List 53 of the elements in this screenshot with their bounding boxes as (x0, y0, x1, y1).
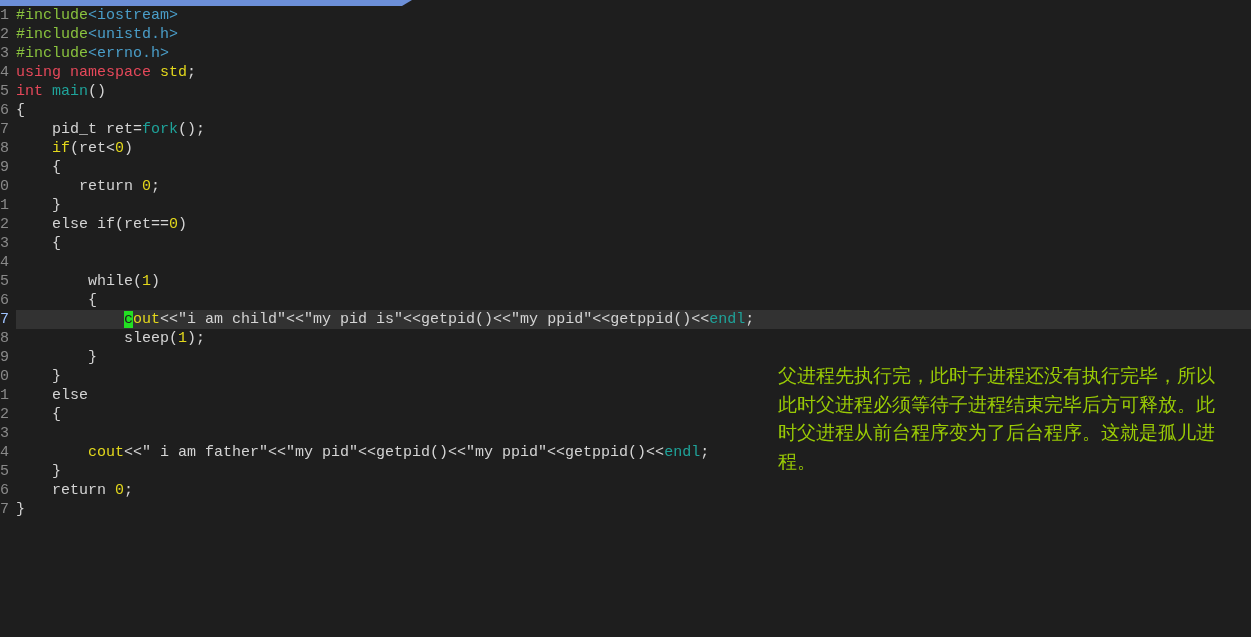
code-line: if(ret<0) (51, 139, 134, 158)
code-line: #include<errno.h> (16, 44, 170, 63)
line-number: 2 (0, 215, 10, 234)
line-number: 2 (0, 405, 10, 424)
code-line: else if(ret==0) (51, 215, 188, 234)
code-line: } (87, 348, 97, 367)
line-number: 8 (0, 139, 10, 158)
line-number: 6 (0, 481, 10, 500)
code-line: { (87, 291, 97, 310)
line-number: 9 (0, 348, 10, 367)
annotation-text: 父进程先执行完，此时子进程还没有执行完毕，所以此时父进程必须等待子进程结束完毕后方可释放。此时父进程从前台程序变为了后台程序。这就是孤儿进程。 (778, 363, 1216, 474)
line-number: 4 (0, 63, 10, 82)
line-number: 1 (0, 196, 10, 215)
line-number: 5 (0, 462, 10, 481)
code-line: } (51, 462, 61, 481)
line-number: 3 (0, 44, 10, 63)
line-number: 9 (0, 158, 10, 177)
code-line: cout<<" i am father"<<"my pid"<<getpid()<<"my ppid"<<getppid()<<endl; (87, 443, 710, 462)
code-line: } (51, 367, 61, 386)
code-line: cout<<"i am child"<<"my pid is"<<getpid()<<"my ppid"<<getppid()<<endl; (123, 310, 756, 329)
code-line: #include<unistd.h> (16, 25, 179, 44)
line-number: 0 (0, 177, 10, 196)
code-line: { (16, 101, 25, 120)
line-number: 3 (0, 234, 10, 253)
line-number: 3 (0, 424, 10, 443)
code-line: sleep(1); (123, 329, 206, 348)
code-line: #include<iostream> (16, 6, 179, 25)
line-number: 1 (0, 6, 10, 25)
line-number: 4 (0, 253, 10, 272)
line-number: 1 (0, 386, 10, 405)
line-number: 4 (0, 443, 10, 462)
code-line: pid_t ret=fork(); (51, 120, 206, 139)
code-line: return 0; (51, 481, 134, 500)
code-line: else (51, 386, 88, 405)
file-tab[interactable] (0, 0, 412, 6)
code-line: using namespace std; (16, 63, 197, 82)
code-line: } (51, 196, 61, 215)
code-line: { (51, 405, 61, 424)
line-number: 6 (0, 101, 10, 120)
line-number: 2 (0, 25, 10, 44)
line-number: 7 (0, 120, 10, 139)
code-line: int main() (16, 82, 107, 101)
line-number: 0 (0, 367, 10, 386)
line-number: 6 (0, 291, 10, 310)
code-line: { (51, 158, 61, 177)
code-line: { (51, 234, 61, 253)
line-number: 7 (0, 500, 10, 519)
code-line: while(1) (87, 272, 161, 291)
code-line: } (16, 500, 25, 519)
code-line: return 0; (78, 177, 161, 196)
line-number: 5 (0, 272, 10, 291)
line-number: 8 (0, 329, 10, 348)
line-number: 5 (0, 82, 10, 101)
